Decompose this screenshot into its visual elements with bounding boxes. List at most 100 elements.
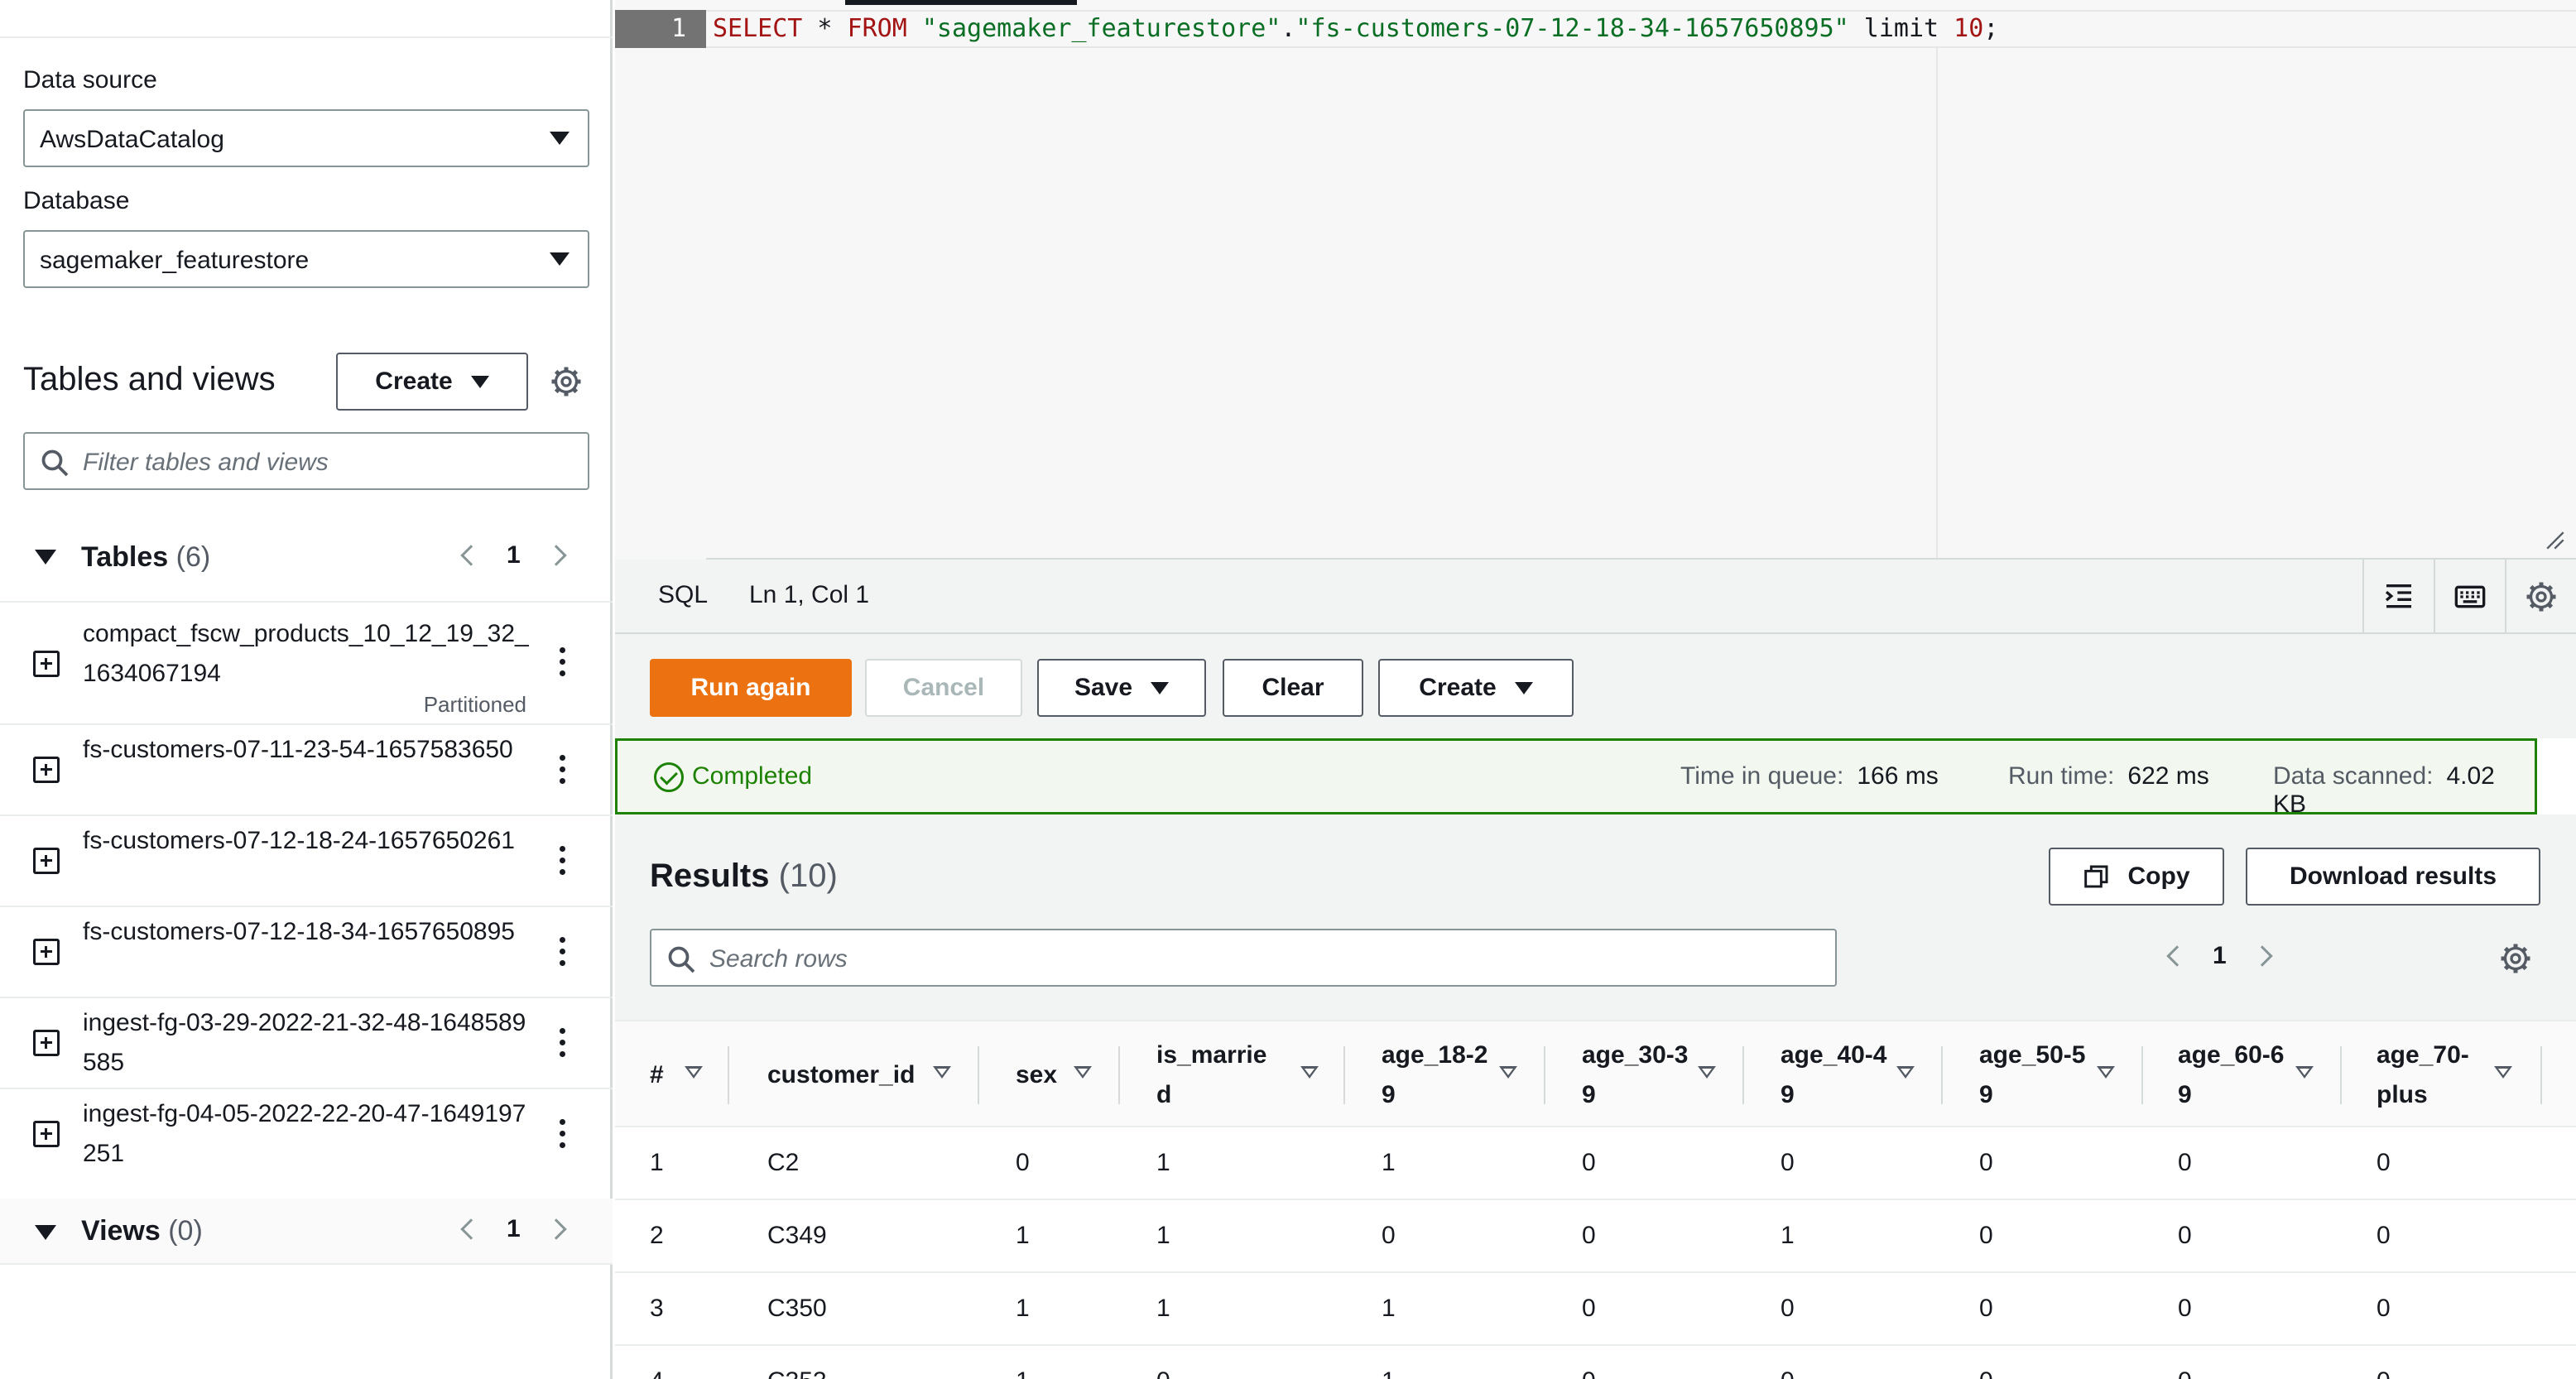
sort-icon[interactable] xyxy=(2097,1066,2115,1079)
expand-icon[interactable] xyxy=(33,1121,60,1147)
more-actions-icon[interactable] xyxy=(560,846,566,881)
cell: 0 xyxy=(1781,1149,1795,1176)
keyboard-shortcuts-button[interactable] xyxy=(2434,560,2505,634)
divider xyxy=(0,36,613,38)
column-header[interactable]: age_50-59 xyxy=(1979,1021,2087,1129)
expand-icon[interactable] xyxy=(33,939,60,965)
create-table-button[interactable]: Create xyxy=(336,353,528,411)
clear-button[interactable]: Clear xyxy=(1223,659,1363,717)
table-name[interactable]: ingest-fg-03-29-2022-21-32-48-1648589585 xyxy=(83,1003,530,1083)
sort-icon[interactable] xyxy=(2295,1066,2314,1079)
prev-page-icon[interactable] xyxy=(460,1218,482,1240)
tables-group-header[interactable]: Tables (6) 1 xyxy=(0,531,613,581)
sort-icon[interactable] xyxy=(685,1066,703,1079)
table-name[interactable]: ingest-fg-04-05-2022-22-20-47-1649197251 xyxy=(83,1094,530,1174)
table-row[interactable]: 4 C353 1 0 1 0 0 0 0 0 xyxy=(615,1346,2576,1379)
column-divider[interactable] xyxy=(1118,1046,1120,1104)
search-rows-input[interactable]: Search rows xyxy=(650,929,1837,987)
data-source-select[interactable]: AwsDataCatalog xyxy=(23,109,589,167)
prev-page-icon[interactable] xyxy=(460,545,482,566)
column-header[interactable]: age_30-39 xyxy=(1582,1021,1689,1129)
run-again-button[interactable]: Run again xyxy=(650,659,852,717)
sort-icon[interactable] xyxy=(2494,1066,2512,1079)
create-button[interactable]: Create xyxy=(1378,659,1574,717)
table-name[interactable]: fs-customers-07-11-23-54-1657583650 xyxy=(83,730,530,770)
column-header[interactable]: is_married xyxy=(1156,1021,1281,1129)
sort-icon[interactable] xyxy=(1300,1066,1319,1079)
download-results-button[interactable]: Download results xyxy=(2246,848,2540,906)
gear-icon[interactable] xyxy=(550,365,583,398)
tables-and-views-title: Tables and views xyxy=(23,361,276,397)
table-item[interactable]: compact_fscw_products_10_12_19_32_163406… xyxy=(0,601,613,723)
copy-button[interactable]: Copy xyxy=(2049,848,2224,906)
table-item[interactable]: ingest-fg-03-29-2022-21-32-48-1648589585 xyxy=(0,997,613,1088)
more-actions-icon[interactable] xyxy=(560,937,566,972)
prev-page-icon[interactable] xyxy=(2166,945,2188,967)
column-header[interactable]: age_40-49 xyxy=(1781,1021,1888,1129)
column-header[interactable]: age_70-plus xyxy=(2377,1021,2484,1129)
more-actions-icon[interactable] xyxy=(560,1119,566,1154)
column-divider[interactable] xyxy=(2340,1046,2342,1104)
gear-icon[interactable] xyxy=(2499,942,2532,975)
collapse-icon[interactable] xyxy=(35,550,56,565)
table-name[interactable]: fs-customers-07-12-18-24-1657650261 xyxy=(83,821,530,861)
results-pagination: 1 xyxy=(2166,942,2273,970)
table-name[interactable]: compact_fscw_products_10_12_19_32_163406… xyxy=(83,614,530,694)
column-header[interactable]: age_18-29 xyxy=(1382,1021,1489,1129)
column-divider[interactable] xyxy=(1941,1046,1943,1104)
expand-icon[interactable] xyxy=(33,1030,60,1056)
column-divider[interactable] xyxy=(728,1046,729,1104)
column-header[interactable]: customer_id xyxy=(767,1021,916,1129)
column-divider[interactable] xyxy=(1343,1046,1345,1104)
resize-handle-icon[interactable] xyxy=(2543,528,2564,550)
views-group-header[interactable]: Views (0) 1 xyxy=(0,1199,613,1265)
table-row[interactable]: 1 C2 0 1 1 0 0 0 0 0 xyxy=(615,1127,2576,1200)
table-row[interactable]: 3 C350 1 1 1 0 0 0 0 0 xyxy=(615,1273,2576,1346)
cell: 1 xyxy=(1382,1367,1396,1379)
table-item[interactable]: ingest-fg-04-05-2022-22-20-47-1649197251 xyxy=(0,1088,613,1179)
sort-icon[interactable] xyxy=(1698,1066,1716,1079)
table-item[interactable]: fs-customers-07-12-18-34-1657650895 xyxy=(0,906,613,997)
next-page-icon[interactable] xyxy=(2251,945,2273,967)
sort-icon[interactable] xyxy=(933,1066,951,1079)
expand-icon[interactable] xyxy=(33,651,60,677)
more-actions-icon[interactable] xyxy=(560,755,566,790)
column-divider[interactable] xyxy=(1742,1046,1744,1104)
cancel-button[interactable]: Cancel xyxy=(865,659,1022,717)
format-query-button[interactable] xyxy=(2362,560,2434,634)
cell: 0 xyxy=(2178,1367,2192,1379)
expand-icon[interactable] xyxy=(33,848,60,874)
save-button[interactable]: Save xyxy=(1037,659,1206,717)
sort-icon[interactable] xyxy=(1499,1066,1517,1079)
column-header[interactable]: # xyxy=(650,1021,683,1129)
tables-pagination: 1 xyxy=(460,541,567,569)
cell: 0 xyxy=(1979,1222,1993,1249)
sort-icon[interactable] xyxy=(1074,1066,1092,1079)
database-select[interactable]: sagemaker_featurestore xyxy=(23,230,589,288)
column-divider[interactable] xyxy=(978,1046,979,1104)
sort-icon[interactable] xyxy=(1896,1066,1915,1079)
next-page-icon[interactable] xyxy=(545,1218,567,1240)
more-actions-icon[interactable] xyxy=(560,1028,566,1063)
column-divider[interactable] xyxy=(2141,1046,2143,1104)
column-header[interactable]: age_60-69 xyxy=(2178,1021,2285,1129)
next-page-icon[interactable] xyxy=(545,545,567,566)
expand-icon[interactable] xyxy=(33,757,60,783)
column-divider[interactable] xyxy=(1544,1046,1545,1104)
cell: C353 xyxy=(767,1367,827,1379)
sql-code[interactable]: SELECT * FROM "sagemaker_featurestore"."… xyxy=(713,12,1998,46)
column-divider[interactable] xyxy=(2540,1046,2542,1104)
table-name[interactable]: fs-customers-07-12-18-34-1657650895 xyxy=(83,912,530,952)
table-row[interactable]: 2 C349 1 1 0 0 1 0 0 0 xyxy=(615,1200,2576,1273)
filter-tables-input[interactable]: Filter tables and views xyxy=(23,432,589,490)
editor-settings-button[interactable] xyxy=(2505,560,2576,634)
more-actions-icon[interactable] xyxy=(560,647,566,682)
collapse-icon[interactable] xyxy=(35,1225,56,1240)
query-editor[interactable]: 1 SELECT * FROM "sagemaker_featurestore"… xyxy=(615,0,2576,560)
tables-page-number[interactable]: 1 xyxy=(507,541,521,569)
table-item[interactable]: fs-customers-07-11-23-54-1657583650 xyxy=(0,723,613,814)
views-page-number[interactable]: 1 xyxy=(507,1215,521,1243)
results-page-number[interactable]: 1 xyxy=(2213,942,2227,970)
column-header[interactable]: sex xyxy=(1016,1021,1074,1129)
table-item[interactable]: fs-customers-07-12-18-24-1657650261 xyxy=(0,814,613,906)
